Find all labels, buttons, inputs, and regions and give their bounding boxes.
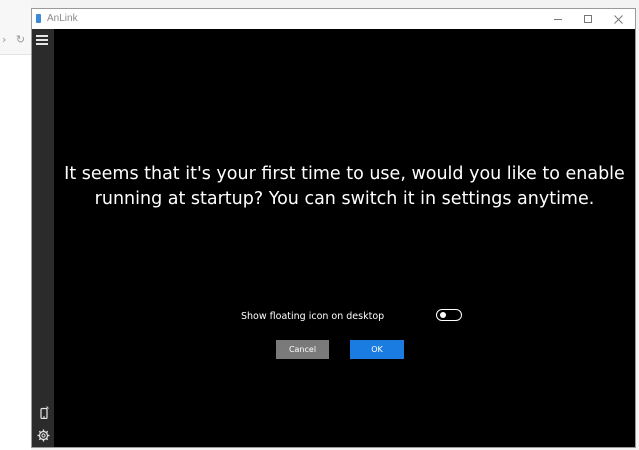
floating-icon-toggle-label: Show floating icon on desktop: [241, 311, 385, 322]
app-logo-icon: [36, 14, 41, 23]
phone-icon[interactable]: [38, 406, 50, 419]
background-nav-icons: › ↻: [2, 33, 29, 46]
floating-icon-setting: Show floating icon on desktop: [54, 308, 635, 328]
close-icon: [613, 14, 623, 24]
app-window: AnLink It seems that it's your first tim…: [31, 8, 636, 448]
maximize-button[interactable]: [574, 9, 602, 29]
background-window: › ↻: [0, 0, 31, 450]
main-content: It seems that it's your first time to us…: [54, 29, 635, 447]
title-bar[interactable]: AnLink: [32, 9, 635, 29]
gear-icon[interactable]: [37, 429, 50, 442]
close-button[interactable]: [604, 9, 632, 29]
floating-icon-toggle[interactable]: [436, 309, 462, 321]
startup-prompt-message: It seems that it's your first time to us…: [64, 164, 625, 209]
side-rail: [32, 29, 54, 447]
toggle-knob: [440, 312, 446, 318]
cancel-button[interactable]: Cancel: [276, 340, 329, 359]
minimize-button[interactable]: [544, 9, 572, 29]
hamburger-menu-icon[interactable]: [36, 35, 48, 45]
window-title: AnLink: [47, 13, 78, 24]
ok-button[interactable]: OK: [350, 340, 404, 359]
background-toolbar: › ↻: [0, 0, 31, 55]
